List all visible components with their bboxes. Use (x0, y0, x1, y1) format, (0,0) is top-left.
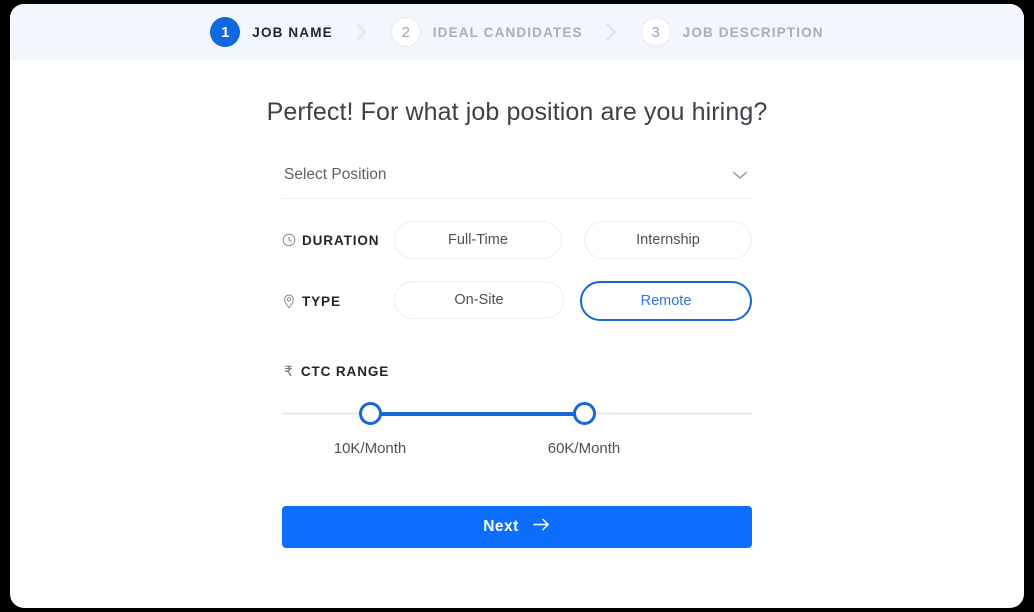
ctc-range-label-text: CTC RANGE (300, 364, 390, 379)
job-form: Select Position DURATION Full-Time Inter… (282, 161, 752, 548)
step-label-1: JOB NAME (252, 24, 333, 40)
step-label-2: IDEAL CANDIDATES (432, 24, 583, 40)
type-option-remote[interactable]: Remote (580, 281, 752, 321)
app-window: 1 JOB NAME 2 IDEAL CANDIDATES 3 JOB DESC… (10, 4, 1024, 608)
step-badge-3: 3 (640, 17, 671, 47)
map-pin-icon (282, 294, 296, 309)
duration-label: DURATION (282, 233, 394, 248)
position-select[interactable]: Select Position (282, 161, 752, 199)
duration-option-internship[interactable]: Internship (584, 221, 752, 259)
chevron-right-icon (333, 22, 391, 42)
step-badge-1: 1 (210, 17, 241, 47)
slider-handle-min[interactable] (359, 402, 382, 425)
type-option-on-site[interactable]: On-Site (394, 281, 564, 319)
duration-label-text: DURATION (302, 232, 380, 248)
chevron-right-icon (583, 22, 641, 42)
duration-option-full-time[interactable]: Full-Time (394, 221, 562, 259)
slider-track-fill (370, 412, 585, 416)
type-label-text: TYPE (302, 293, 341, 309)
type-label: TYPE (282, 294, 394, 309)
slider-handle-max[interactable] (573, 402, 596, 425)
type-options: On-Site Remote (394, 281, 752, 321)
ctc-max-value: 60K/Month (547, 440, 621, 457)
stepper-step-1[interactable]: 1 JOB NAME (210, 17, 332, 47)
ctc-range-values: 10K/Month 60K/Month (282, 440, 752, 462)
chevron-down-icon (730, 165, 750, 185)
ctc-range-section: ₹ CTC RANGE 10K/Month 60K/Month (282, 363, 752, 462)
stepper-step-2[interactable]: 2 IDEAL CANDIDATES (390, 17, 583, 47)
duration-row: DURATION Full-Time Internship (282, 221, 752, 259)
ctc-range-slider[interactable] (282, 394, 752, 440)
position-select-value: Select Position (284, 166, 387, 183)
wizard-stepper: 1 JOB NAME 2 IDEAL CANDIDATES 3 JOB DESC… (10, 4, 1024, 60)
step-badge-2: 2 (390, 17, 421, 47)
clock-icon (282, 233, 296, 247)
duration-options: Full-Time Internship (394, 221, 752, 259)
type-row: TYPE On-Site Remote (282, 281, 752, 321)
ctc-min-value: 10K/Month (333, 440, 407, 457)
next-button-label: Next (483, 518, 519, 535)
stepper-step-3[interactable]: 3 JOB DESCRIPTION (640, 17, 824, 47)
rupee-icon: ₹ (284, 363, 294, 379)
page-title: Perfect! For what job position are you h… (266, 98, 768, 126)
wizard-content: Perfect! For what job position are you h… (10, 98, 1024, 608)
ctc-range-label: ₹ CTC RANGE (282, 363, 752, 380)
arrow-right-icon (532, 517, 551, 537)
next-button[interactable]: Next (282, 506, 752, 548)
step-label-3: JOB DESCRIPTION (682, 24, 824, 40)
